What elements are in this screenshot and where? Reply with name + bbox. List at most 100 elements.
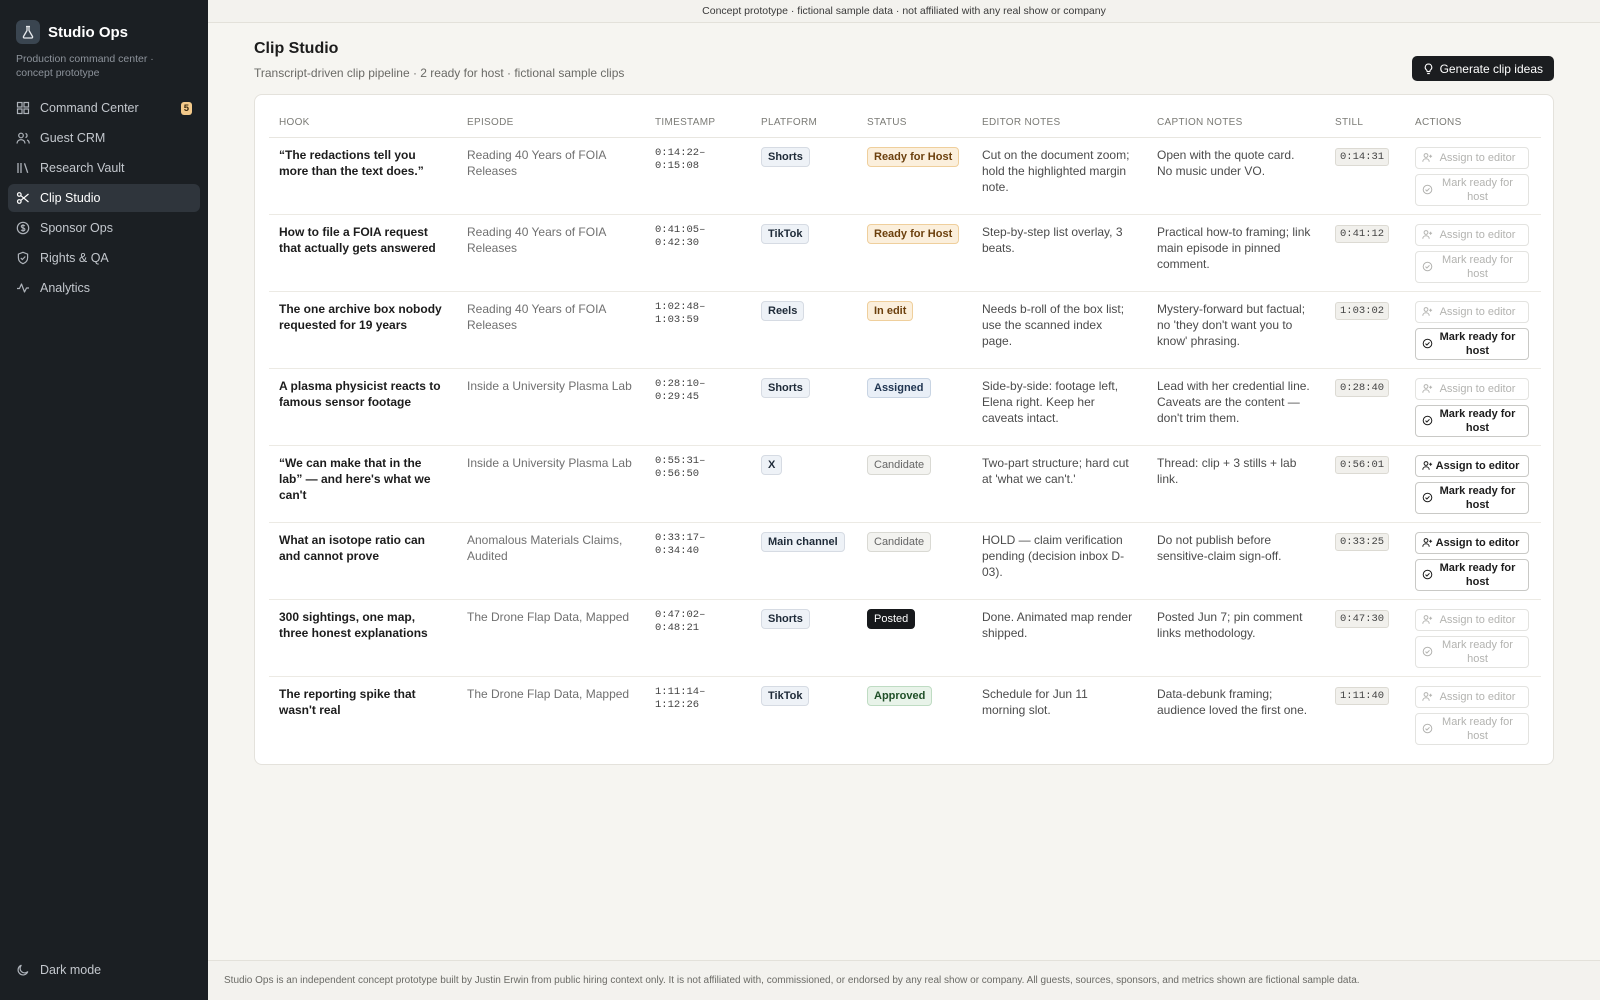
check-circle-icon: [1422, 723, 1433, 734]
assign-to-editor-label: Assign to editor: [1435, 536, 1520, 549]
table-row: How to file a FOIA request that actually…: [269, 214, 1541, 292]
episode-cell: Reading 40 Years of FOIA Releases: [457, 291, 645, 369]
status-cell: Candidate: [857, 445, 972, 523]
still-timecode[interactable]: 0:33:25: [1335, 532, 1390, 551]
caption-notes-cell: Practical how-to framing; link main epis…: [1147, 214, 1325, 292]
status-cell: Posted: [857, 599, 972, 677]
mark-ready-for-host-label: Mark ready for host: [1439, 561, 1516, 588]
dark-mode-toggle[interactable]: Dark mode: [16, 963, 101, 977]
status-badge: Approved: [867, 685, 933, 706]
assign-to-editor-button[interactable]: Assign to editor: [1415, 377, 1529, 400]
mark-ready-for-host-button[interactable]: Mark ready for host: [1415, 327, 1529, 360]
platform-cell: TikTok: [751, 676, 857, 753]
mark-ready-for-host-label: Mark ready for host: [1439, 484, 1516, 511]
episode-cell: Anomalous Materials Claims, Audited: [457, 522, 645, 600]
mark-ready-for-host-button[interactable]: Mark ready for host: [1415, 712, 1529, 745]
still-cell: 0:28:40: [1325, 368, 1405, 446]
sidebar-item-label: Research Vault: [40, 161, 125, 175]
check-circle-icon: [1422, 569, 1433, 580]
still-timecode[interactable]: 0:28:40: [1335, 378, 1390, 397]
mark-ready-for-host-label: Mark ready for host: [1442, 715, 1513, 742]
assign-to-editor-button[interactable]: Assign to editor: [1415, 223, 1529, 246]
dollar-circle-icon: [16, 221, 30, 235]
user-plus-icon: [1422, 538, 1433, 547]
sidebar-item-label: Analytics: [40, 281, 91, 295]
sidebar-item-label: Sponsor Ops: [40, 221, 113, 235]
sidebar-item-clip-studio[interactable]: Clip Studio: [8, 184, 200, 212]
sidebar-item-rights-qa[interactable]: Rights & QA: [8, 244, 200, 272]
editor-notes-cell: Side-by-side: footage left, Elena right.…: [972, 368, 1147, 446]
lightbulb-icon: [1424, 62, 1432, 74]
hook-cell: “We can make that in the lab” — and here…: [269, 445, 457, 523]
platform-cell: Shorts: [751, 368, 857, 446]
table-header-row: HOOK EPISODE TIMESTAMP PLATFORM STATUS E…: [269, 109, 1541, 138]
generate-clip-ideas-label: Generate clip ideas: [1439, 61, 1543, 76]
assign-to-editor-label: Assign to editor: [1439, 151, 1516, 164]
assign-to-editor-button[interactable]: Assign to editor: [1415, 454, 1529, 477]
still-timecode[interactable]: 1:11:40: [1335, 686, 1390, 705]
column-header-episode: EPISODE: [457, 109, 645, 138]
assign-to-editor-label: Assign to editor: [1439, 613, 1516, 626]
platform-badge: TikTok: [761, 685, 810, 706]
platform-badge: TikTok: [761, 223, 810, 244]
sidebar-item-research-vault[interactable]: Research Vault: [8, 154, 200, 182]
still-timecode[interactable]: 1:03:02: [1335, 301, 1390, 320]
notification-badge: 5: [180, 101, 192, 115]
hook-cell: A plasma physicist reacts to famous sens…: [269, 368, 457, 446]
user-plus-icon: [1422, 461, 1433, 470]
mark-ready-for-host-button[interactable]: Mark ready for host: [1415, 558, 1529, 591]
assign-to-editor-button[interactable]: Assign to editor: [1415, 608, 1529, 631]
user-plus-icon: [1422, 615, 1433, 624]
actions-cell: Assign to editor Mark ready for host: [1405, 137, 1541, 215]
hook-cell: The one archive box nobody requested for…: [269, 291, 457, 369]
column-header-hook: HOOK: [269, 109, 457, 138]
sidebar-nav: Command Center 5 Guest CRM Research Vaul…: [0, 94, 208, 302]
timestamp-cell: 0:41:05– 0:42:30: [645, 214, 751, 292]
sidebar-item-sponsor-ops[interactable]: Sponsor Ops: [8, 214, 200, 242]
assign-to-editor-button[interactable]: Assign to editor: [1415, 685, 1529, 708]
platform-badge: X: [761, 454, 783, 475]
check-circle-icon: [1422, 261, 1433, 272]
clips-table-card: HOOK EPISODE TIMESTAMP PLATFORM STATUS E…: [254, 94, 1554, 765]
page-header: Clip Studio Transcript-driven clip pipel…: [254, 40, 1554, 81]
still-timecode[interactable]: 0:41:12: [1335, 224, 1390, 243]
user-plus-icon: [1422, 307, 1433, 316]
check-circle-icon: [1422, 338, 1433, 349]
table-row: What an isotope ratio can and cannot pro…: [269, 522, 1541, 600]
status-badge: Ready for Host: [867, 223, 960, 244]
still-timecode[interactable]: 0:14:31: [1335, 147, 1390, 166]
platform-badge: Reels: [761, 300, 805, 321]
still-timecode[interactable]: 0:47:30: [1335, 609, 1390, 628]
mark-ready-for-host-label: Mark ready for host: [1442, 638, 1513, 665]
episode-cell: The Drone Flap Data, Mapped: [467, 686, 630, 701]
table-row: 300 sightings, one map, three honest exp…: [269, 599, 1541, 677]
user-plus-icon: [1422, 384, 1433, 393]
sidebar-item-guest-crm[interactable]: Guest CRM: [8, 124, 200, 152]
generate-clip-ideas-button[interactable]: Generate clip ideas: [1411, 56, 1554, 81]
brand-subtitle: Production command center · concept prot…: [16, 53, 154, 79]
mark-ready-for-host-button[interactable]: Mark ready for host: [1415, 635, 1529, 668]
assign-to-editor-button[interactable]: Assign to editor: [1415, 531, 1529, 554]
table-row: A plasma physicist reacts to famous sens…: [269, 368, 1541, 446]
assign-to-editor-button[interactable]: Assign to editor: [1415, 300, 1529, 323]
still-timecode[interactable]: 0:56:01: [1335, 455, 1390, 474]
sidebar-item-command-center[interactable]: Command Center 5: [8, 94, 200, 122]
sidebar-item-analytics[interactable]: Analytics: [8, 274, 200, 302]
platform-cell: Main channel: [751, 522, 857, 600]
mark-ready-for-host-button[interactable]: Mark ready for host: [1415, 173, 1529, 206]
episode-cell: Inside a University Plasma Lab: [457, 368, 645, 446]
platform-cell: Shorts: [751, 137, 857, 215]
timestamp-cell: 1:11:14– 1:12:26: [655, 685, 706, 711]
column-header-caption-notes: CAPTION NOTES: [1147, 109, 1325, 138]
assign-to-editor-button[interactable]: Assign to editor: [1415, 146, 1529, 169]
library-icon: [17, 163, 29, 174]
assign-to-editor-label: Assign to editor: [1439, 305, 1516, 318]
sidebar-item-label: Clip Studio: [40, 191, 101, 205]
clips-table: HOOK EPISODE TIMESTAMP PLATFORM STATUS E…: [269, 109, 1541, 753]
mark-ready-for-host-button[interactable]: Mark ready for host: [1415, 404, 1529, 437]
mark-ready-for-host-button[interactable]: Mark ready for host: [1415, 481, 1529, 514]
sidebar-item-label: Rights & QA: [40, 251, 109, 265]
mark-ready-for-host-button[interactable]: Mark ready for host: [1415, 250, 1529, 283]
dark-mode-label: Dark mode: [40, 963, 102, 977]
user-plus-icon: [1422, 230, 1433, 239]
